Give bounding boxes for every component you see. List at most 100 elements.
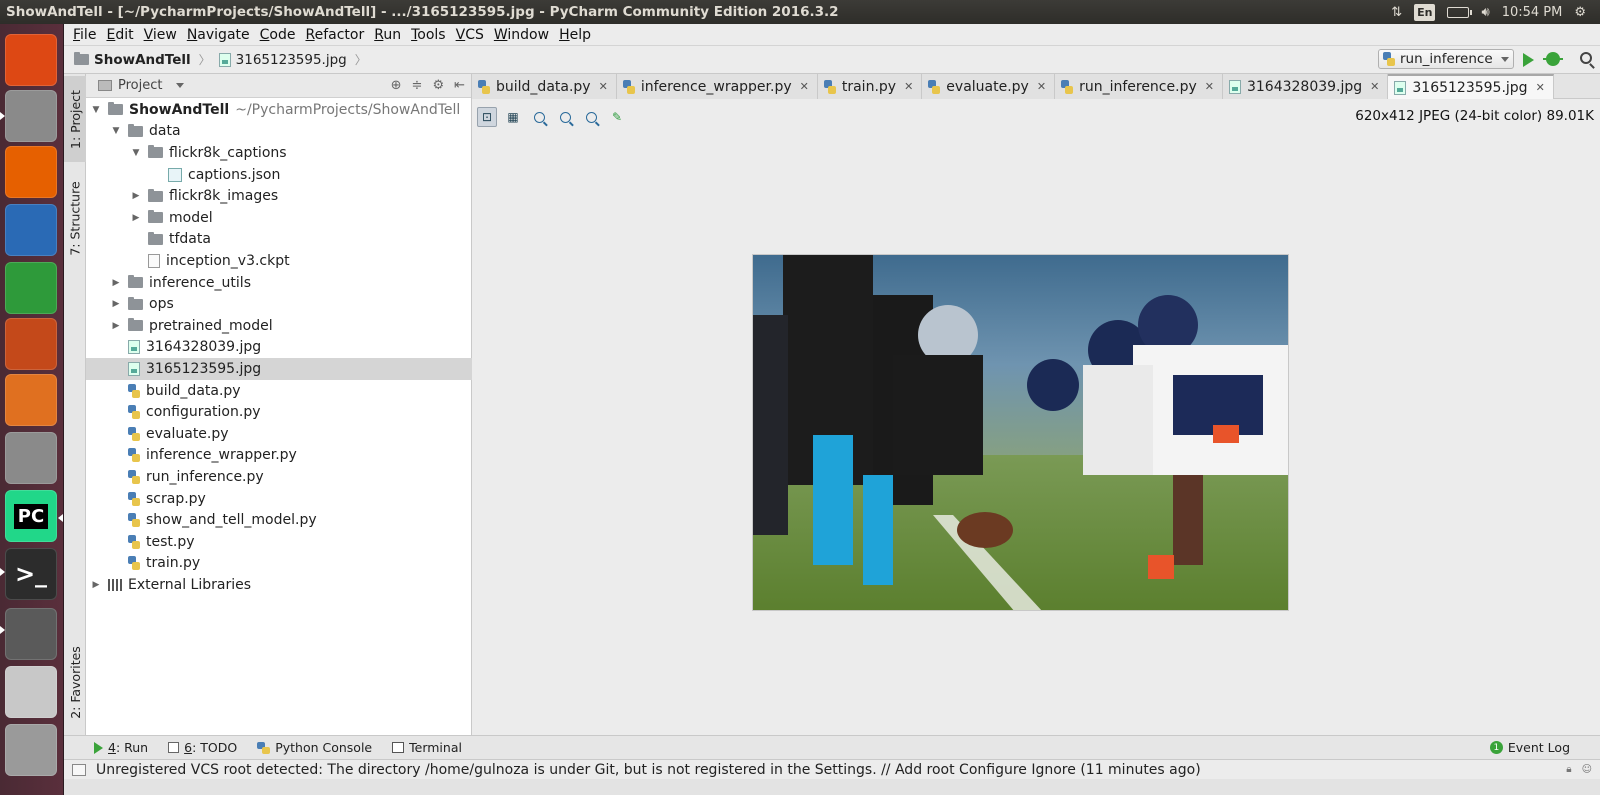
- keyboard-layout-indicator[interactable]: En: [1414, 3, 1436, 21]
- expand-toggle-closed-icon[interactable]: ▶: [90, 580, 102, 590]
- toggle-tool-buttons-icon[interactable]: [72, 763, 86, 776]
- editor-tab[interactable]: run_inference.py ✕: [1055, 74, 1223, 99]
- close-tab-icon[interactable]: ✕: [1037, 80, 1046, 93]
- volume-icon[interactable]: 🔊︎: [1481, 3, 1489, 21]
- menu-help[interactable]: Help: [554, 24, 596, 46]
- terminal-icon[interactable]: >_: [5, 548, 57, 600]
- chevron-down-icon[interactable]: [176, 83, 185, 88]
- menu-run[interactable]: Run: [369, 24, 406, 46]
- close-tab-icon[interactable]: ✕: [800, 80, 809, 93]
- tree-item[interactable]: ▼ data: [86, 121, 472, 143]
- debug-button[interactable]: [1543, 52, 1563, 66]
- tree-item[interactable]: configuration.py: [86, 401, 472, 423]
- pycharm-icon[interactable]: PC: [5, 490, 57, 542]
- tab-project[interactable]: 1: Project: [64, 76, 86, 162]
- software-center-icon[interactable]: [5, 374, 57, 426]
- firefox-icon[interactable]: [5, 146, 57, 198]
- breadcrumb-file[interactable]: 3165123595.jpg: [211, 49, 355, 71]
- project-view-select[interactable]: Project: [118, 78, 162, 93]
- toggle-transparency-chessboard-button[interactable]: ⊡: [477, 107, 497, 127]
- tab-favorites[interactable]: 2: Favorites: [64, 634, 86, 730]
- expand-toggle-open-icon[interactable]: ▼: [110, 126, 122, 136]
- tree-item[interactable]: ▶ External Libraries: [86, 574, 472, 596]
- writer-icon[interactable]: [5, 204, 57, 256]
- tree-item[interactable]: train.py: [86, 553, 472, 575]
- tree-item[interactable]: 3165123595.jpg: [86, 358, 472, 380]
- menu-code[interactable]: Code: [255, 24, 301, 46]
- editor-tab[interactable]: train.py ✕: [817, 74, 923, 99]
- network-updown-icon[interactable]: ⇅: [1391, 3, 1402, 21]
- editor-tab[interactable]: 3165123595.jpg ✕: [1388, 74, 1554, 99]
- zoom-in-button[interactable]: [529, 107, 549, 127]
- editor-tab[interactable]: evaluate.py ✕: [922, 74, 1056, 99]
- dvd-icon[interactable]: [5, 666, 57, 718]
- expand-toggle-closed-icon[interactable]: ▶: [110, 278, 122, 288]
- menu-view[interactable]: View: [139, 24, 182, 46]
- run-tool-button[interactable]: 4: Run: [64, 740, 158, 755]
- status-message[interactable]: Unregistered VCS root detected: The dire…: [96, 762, 1201, 778]
- color-picker-button[interactable]: ✎: [607, 107, 627, 127]
- expand-toggle-open-icon[interactable]: ▼: [130, 148, 142, 158]
- expand-toggle-closed-icon[interactable]: ▶: [130, 191, 142, 201]
- tree-item[interactable]: ▼ flickr8k_captions: [86, 142, 472, 164]
- menu-navigate[interactable]: Navigate: [182, 24, 255, 46]
- menu-refactor[interactable]: Refactor: [300, 24, 369, 46]
- menu-tools[interactable]: Tools: [406, 24, 451, 46]
- collapse-all-icon[interactable]: ≑: [412, 78, 423, 93]
- clock[interactable]: 10:54 PM: [1502, 3, 1563, 21]
- actual-size-button[interactable]: [581, 107, 601, 127]
- hide-panel-icon[interactable]: ⇤: [454, 78, 465, 93]
- event-log-tool-button[interactable]: 1 Event Log: [1480, 740, 1600, 755]
- calc-icon[interactable]: [5, 262, 57, 314]
- editor-tab[interactable]: build_data.py ✕: [472, 74, 617, 99]
- close-tab-icon[interactable]: ✕: [904, 80, 913, 93]
- tree-item[interactable]: test.py: [86, 531, 472, 553]
- tree-item[interactable]: ▶ pretrained_model: [86, 315, 472, 337]
- toggle-grid-button[interactable]: ▦: [503, 107, 523, 127]
- files-icon[interactable]: [5, 90, 57, 142]
- tree-item[interactable]: ▶ model: [86, 207, 472, 229]
- ubuntu-dash-icon[interactable]: [5, 34, 57, 86]
- search-everywhere-icon[interactable]: [1580, 52, 1592, 64]
- tree-item[interactable]: inference_wrapper.py: [86, 445, 472, 467]
- scroll-from-source-icon[interactable]: ⊕: [391, 78, 402, 93]
- tree-item[interactable]: ▶ ops: [86, 293, 472, 315]
- tab-structure[interactable]: 7: Structure: [64, 172, 86, 264]
- close-tab-icon[interactable]: ✕: [1205, 80, 1214, 93]
- terminal-tool-button[interactable]: Terminal: [382, 740, 472, 755]
- tree-item[interactable]: tfdata: [86, 229, 472, 251]
- editor-tab[interactable]: inference_wrapper.py ✕: [616, 74, 818, 99]
- close-tab-icon[interactable]: ✕: [1370, 80, 1379, 93]
- tree-item[interactable]: run_inference.py: [86, 466, 472, 488]
- breadcrumb-project[interactable]: ShowAndTell: [64, 49, 199, 71]
- zoom-out-button[interactable]: [555, 107, 575, 127]
- menu-vcs[interactable]: VCS: [451, 24, 489, 46]
- expand-toggle-open-icon[interactable]: ▼: [90, 105, 102, 115]
- expand-toggle-closed-icon[interactable]: ▶: [110, 321, 122, 331]
- tree-item[interactable]: ▶ inference_utils: [86, 272, 472, 294]
- tree-item[interactable]: show_and_tell_model.py: [86, 509, 472, 531]
- battery-icon[interactable]: [1447, 3, 1473, 21]
- run-button[interactable]: [1523, 53, 1534, 67]
- editor-tab[interactable]: 3164328039.jpg ✕: [1222, 74, 1389, 99]
- power-gear-icon[interactable]: ⚙: [1574, 3, 1586, 21]
- trash-icon[interactable]: [5, 724, 57, 776]
- menu-file[interactable]: File: [68, 24, 101, 46]
- expand-toggle-closed-icon[interactable]: ▶: [130, 213, 142, 223]
- tree-item[interactable]: inception_v3.ckpt: [86, 250, 472, 272]
- impress-icon[interactable]: [5, 318, 57, 370]
- tree-item[interactable]: captions.json: [86, 164, 472, 186]
- menu-edit[interactable]: Edit: [101, 24, 138, 46]
- todo-tool-button[interactable]: 6: TODO: [158, 740, 247, 755]
- tree-item[interactable]: build_data.py: [86, 380, 472, 402]
- settings-gear-icon[interactable]: ⚙: [432, 78, 444, 93]
- software-updater-icon[interactable]: [5, 608, 57, 660]
- system-settings-icon[interactable]: [5, 432, 57, 484]
- tree-item[interactable]: evaluate.py: [86, 423, 472, 445]
- run-configuration-select[interactable]: run_inference: [1378, 49, 1514, 69]
- lock-icon[interactable]: 🔒︎: [1566, 764, 1571, 775]
- menu-window[interactable]: Window: [489, 24, 554, 46]
- tree-item[interactable]: 3164328039.jpg: [86, 337, 472, 359]
- close-tab-icon[interactable]: ✕: [599, 80, 608, 93]
- close-tab-icon[interactable]: ✕: [1536, 81, 1545, 94]
